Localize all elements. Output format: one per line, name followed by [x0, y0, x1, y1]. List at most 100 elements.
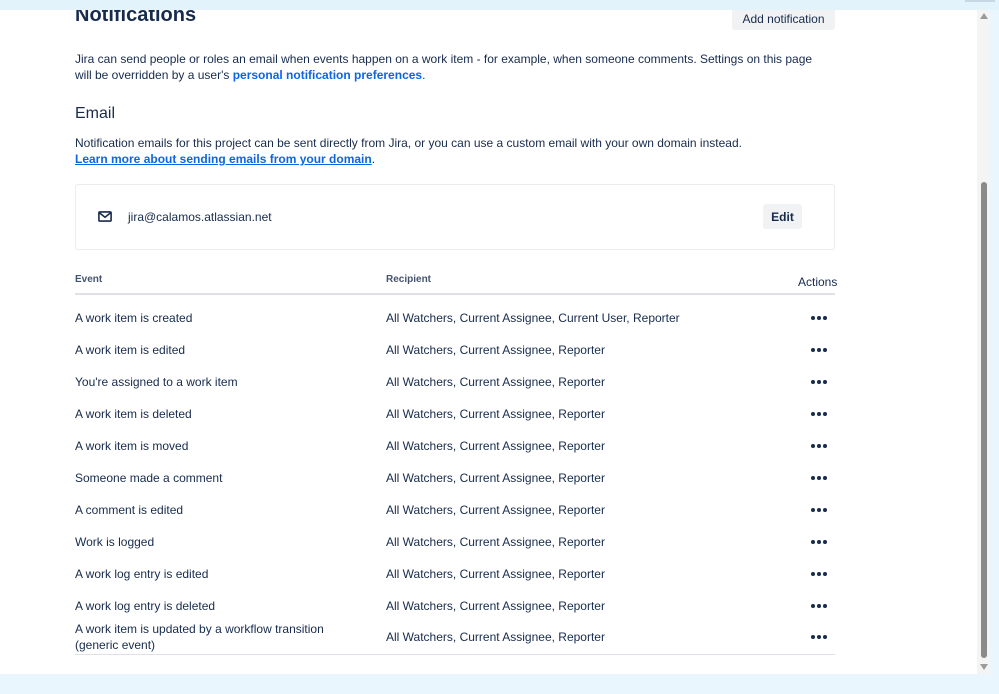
more-icon: [811, 540, 815, 544]
table-bottom-border: [75, 654, 835, 655]
more-icon: [823, 348, 827, 352]
recipient-cell: All Watchers, Current Assignee, Reporter: [386, 375, 605, 389]
more-actions-button[interactable]: [803, 564, 835, 584]
table-row: A work item is moved All Watchers, Curre…: [75, 431, 835, 463]
column-header-recipient[interactable]: Recipient: [386, 274, 431, 285]
more-icon: [817, 476, 821, 480]
event-cell: A comment is edited: [75, 503, 184, 517]
intro-suffix: .: [422, 68, 426, 82]
more-icon: [823, 444, 827, 448]
recipient-cell: All Watchers, Current Assignee, Reporter: [386, 535, 605, 549]
table-row: You're assigned to a work item All Watch…: [75, 367, 835, 399]
more-icon: [811, 476, 815, 480]
table-row: Work is logged All Watchers, Current Ass…: [75, 527, 835, 559]
more-actions-button[interactable]: [803, 340, 835, 360]
more-actions-button[interactable]: [803, 532, 835, 552]
more-icon: [811, 572, 815, 576]
email-section-title: Email: [75, 105, 116, 122]
more-icon: [817, 380, 821, 384]
learn-more-suffix: .: [371, 152, 376, 166]
more-icon: [817, 412, 821, 416]
table-row: A work item is deleted All Watchers, Cur…: [75, 399, 835, 431]
table-row: A work log entry is deleted All Watchers…: [75, 591, 835, 623]
more-icon: [823, 572, 827, 576]
more-icon: [811, 508, 815, 512]
event-cell: A work item is moved: [75, 439, 189, 453]
more-actions-button[interactable]: [803, 372, 835, 392]
more-actions-button[interactable]: [803, 436, 835, 456]
personal-notification-preferences-link[interactable]: personal notification preferences: [233, 68, 422, 82]
more-icon: [817, 604, 821, 608]
more-actions-button[interactable]: [803, 308, 835, 328]
more-actions-button[interactable]: [803, 468, 835, 488]
more-icon: [811, 412, 815, 416]
more-icon: [823, 604, 827, 608]
more-icon: [817, 540, 821, 544]
more-icon: [817, 635, 821, 639]
mail-icon: [98, 211, 112, 222]
event-cell: You're assigned to a work item: [75, 375, 238, 389]
more-actions-button[interactable]: [803, 404, 835, 424]
event-cell: A work item is created: [75, 311, 193, 325]
recipient-cell: All Watchers, Current Assignee, Current …: [386, 311, 680, 325]
email-sender-card: jira@calamos.atlassian.net Edit: [75, 184, 835, 250]
column-header-actions: Actions: [798, 275, 838, 289]
sender-email-address: jira@calamos.atlassian.net: [128, 210, 272, 224]
recipient-cell: All Watchers, Current Assignee, Reporter: [386, 439, 605, 453]
more-icon: [811, 604, 815, 608]
column-header-event[interactable]: Event: [75, 274, 102, 285]
recipient-cell: All Watchers, Current Assignee, Reporter: [386, 503, 605, 517]
recipient-cell: All Watchers, Current Assignee, Reporter: [386, 567, 605, 581]
more-icon: [817, 572, 821, 576]
scroll-up-arrow-icon[interactable]: [980, 13, 988, 19]
more-icon: [823, 508, 827, 512]
event-cell: A work item is updated by a workflow tra…: [75, 622, 324, 652]
more-icon: [823, 540, 827, 544]
recipient-cell: All Watchers, Current Assignee, Reporter: [386, 471, 605, 485]
event-cell: Someone made a comment: [75, 471, 223, 485]
more-actions-button[interactable]: [803, 500, 835, 520]
email-description: Notification emails for this project can…: [75, 135, 835, 167]
table-row: A work item is created All Watchers, Cur…: [75, 303, 835, 335]
intro-text: Jira can send people or roles an email w…: [75, 51, 815, 83]
scrollbar-thumb[interactable]: [981, 182, 987, 658]
event-cell: A work log entry is edited: [75, 567, 209, 581]
more-actions-button[interactable]: [803, 627, 835, 647]
learn-more-link[interactable]: Learn more about sending emails from you…: [75, 152, 372, 166]
page-title: Notifications: [75, 10, 197, 26]
more-icon: [811, 635, 815, 639]
email-description-text: Notification emails for this project can…: [75, 136, 742, 150]
more-icon: [811, 380, 815, 384]
more-icon: [811, 444, 815, 448]
table-row: A work item is edited All Watchers, Curr…: [75, 335, 835, 367]
add-notification-button[interactable]: Add notification: [732, 10, 835, 30]
more-actions-button[interactable]: [803, 596, 835, 616]
recipient-cell: All Watchers, Current Assignee, Reporter: [386, 599, 605, 613]
more-icon: [823, 412, 827, 416]
notifications-page: Notifications Add notification Jira can …: [0, 10, 977, 674]
more-icon: [817, 508, 821, 512]
event-cell: A work item is edited: [75, 343, 186, 357]
recipient-cell: All Watchers, Current Assignee, Reporter: [386, 630, 605, 644]
more-icon: [823, 316, 827, 320]
event-cell: Work is logged: [75, 535, 155, 549]
edit-email-button[interactable]: Edit: [763, 204, 802, 229]
top-strip: [0, 0, 999, 10]
scroll-down-arrow-icon[interactable]: [980, 664, 988, 670]
event-cell: A work item is deleted: [75, 407, 192, 421]
more-icon: [811, 348, 815, 352]
window-edge: [965, 0, 995, 2]
more-icon: [817, 348, 821, 352]
more-icon: [823, 476, 827, 480]
intro-body: Jira can send people or roles an email w…: [75, 52, 813, 82]
more-icon: [811, 316, 815, 320]
table-row: A work item is updated by a workflow tra…: [75, 620, 835, 654]
more-icon: [817, 316, 821, 320]
more-icon: [817, 444, 821, 448]
table-row: Someone made a comment All Watchers, Cur…: [75, 463, 835, 495]
recipient-cell: All Watchers, Current Assignee, Reporter: [386, 343, 605, 357]
bottom-strip: [0, 674, 999, 694]
table-header: Event Recipient Actions: [75, 272, 838, 295]
recipient-cell: All Watchers, Current Assignee, Reporter: [386, 407, 605, 421]
table-row: A work log entry is edited All Watchers,…: [75, 559, 835, 591]
